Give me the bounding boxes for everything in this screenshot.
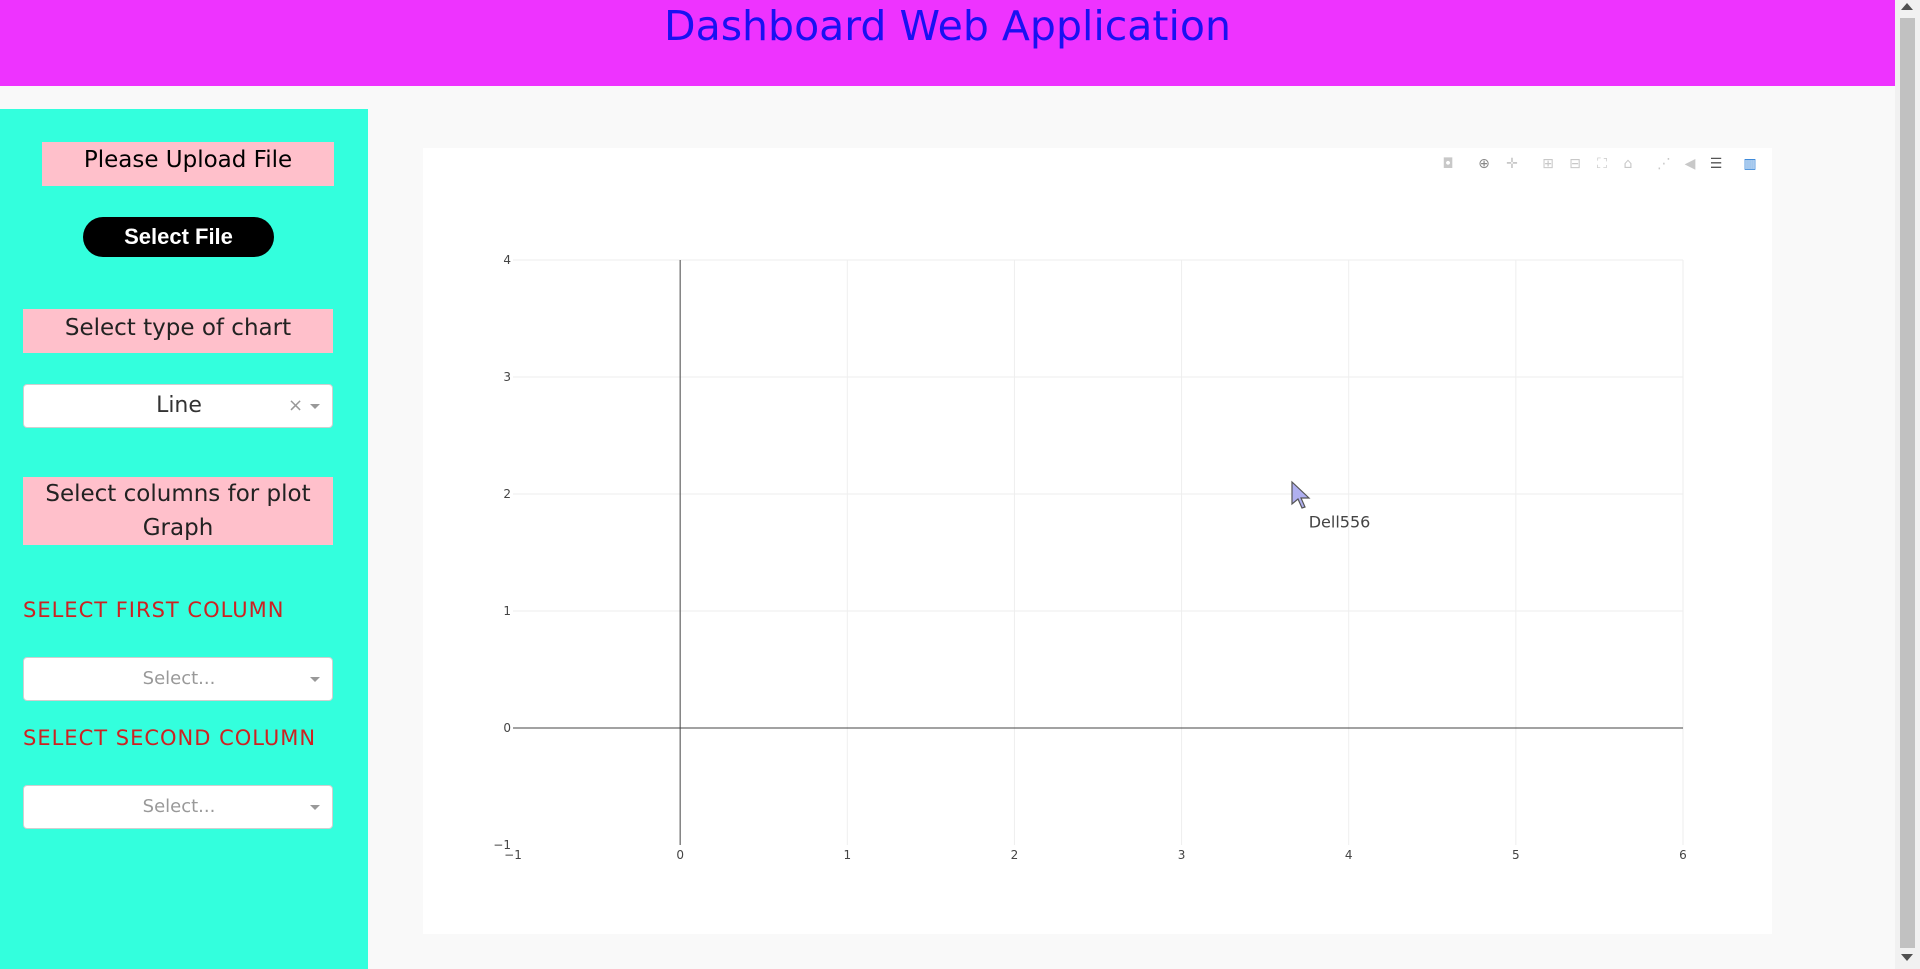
plot-area[interactable]: −1 0 1 2 3 4 5 6−101234Dell556 <box>0 0 1895 969</box>
y-tick-label: 1 <box>503 604 511 618</box>
x-tick-label: 6 <box>1679 848 1687 862</box>
annotation-label: Dell556 <box>1309 512 1371 531</box>
x-tick-label: 2 <box>1011 848 1019 862</box>
x-tick-label: 4 <box>1345 848 1353 862</box>
vertical-scrollbar[interactable] <box>1895 0 1920 969</box>
x-tick-label: 5 <box>1512 848 1520 862</box>
x-tick-label: 3 <box>1178 848 1186 862</box>
scroll-down-icon[interactable] <box>1901 954 1913 961</box>
y-tick-label: 3 <box>503 370 511 384</box>
cursor-icon <box>1291 480 1311 509</box>
y-tick-label: 4 <box>503 253 511 267</box>
y-tick-label: 0 <box>503 721 511 735</box>
x-tick-label: 0 <box>676 848 684 862</box>
scroll-thumb[interactable] <box>1900 18 1915 948</box>
y-tick-label: −1 <box>493 838 511 852</box>
scroll-up-icon[interactable] <box>1901 3 1913 10</box>
x-tick-label: 1 <box>843 848 851 862</box>
y-tick-label: 2 <box>503 487 511 501</box>
